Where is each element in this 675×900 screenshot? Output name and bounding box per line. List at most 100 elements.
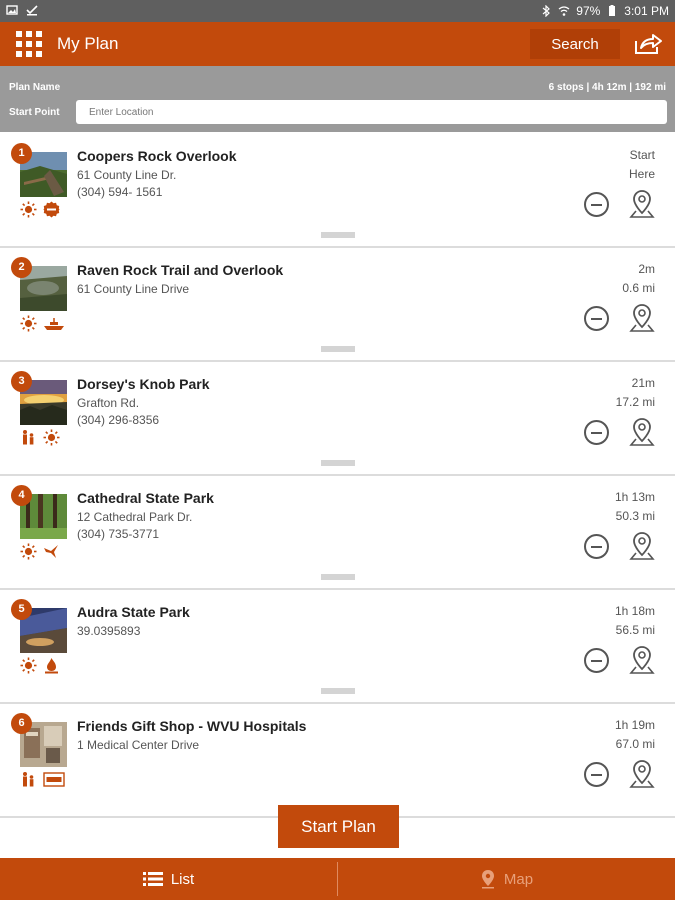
stop-distance: 50.3 mi — [615, 509, 655, 523]
clock: 3:01 PM — [624, 4, 669, 18]
list-icon — [142, 872, 163, 886]
share-icon[interactable] — [633, 32, 663, 56]
start-plan-button[interactable]: Start Plan — [278, 805, 399, 848]
category-icons — [20, 771, 65, 788]
remove-stop-button[interactable] — [584, 762, 609, 787]
stop-phone[interactable]: (304) 735-3771 — [77, 527, 159, 541]
remove-stop-button[interactable] — [584, 306, 609, 331]
boat-icon — [44, 318, 64, 330]
free-badge-icon — [43, 201, 60, 218]
sun-icon — [20, 201, 37, 218]
gallery-icon — [6, 5, 18, 15]
stop-name[interactable]: Dorsey's Knob Park — [77, 376, 210, 392]
stop-item[interactable]: 3 Dorsey's Knob Park Grafton Rd. (304) 2… — [0, 362, 675, 476]
tab-map-label: Map — [503, 870, 534, 888]
stop-number-badge: 3 — [11, 371, 32, 392]
map-pin-icon — [481, 870, 494, 889]
plan-name-label: Plan Name — [9, 82, 61, 93]
family-icon — [23, 430, 34, 445]
stop-time: 2m — [638, 262, 655, 276]
drag-handle[interactable] — [321, 346, 355, 352]
sun-icon — [20, 543, 37, 560]
drag-handle[interactable] — [321, 688, 355, 694]
drag-handle[interactable] — [321, 460, 355, 466]
stop-phone[interactable]: (304) 594- 1561 — [77, 185, 162, 199]
stop-address: 61 County Line Dr. — [77, 168, 177, 182]
stop-name[interactable]: Raven Rock Trail and Overlook — [77, 262, 283, 278]
stop-distance: 17.2 mi — [615, 395, 655, 409]
drag-handle[interactable] — [321, 232, 355, 238]
stop-address: 12 Cathedral Park Dr. — [77, 510, 193, 524]
location-pin-icon[interactable] — [629, 645, 655, 675]
stop-item[interactable]: 6 Friends Gift Shop - WVU Hospitals 1 Me… — [0, 704, 675, 818]
stop-address: Grafton Rd. — [77, 396, 140, 410]
stop-address: 39.0395893 — [77, 624, 141, 638]
location-pin-icon[interactable] — [629, 303, 655, 333]
remove-stop-button[interactable] — [584, 534, 609, 559]
tab-map[interactable]: Map — [338, 858, 675, 900]
start-point-input[interactable] — [76, 100, 667, 124]
stop-number-badge: 6 — [11, 713, 32, 734]
stop-item[interactable]: 1 Coopers Rock Overlook 61 County Line D… — [0, 134, 675, 248]
stop-item[interactable]: 4 Cathedral State Park 12 Cathedral Park… — [0, 476, 675, 590]
stop-address: 61 County Line Drive — [77, 282, 190, 296]
plan-header: Plan Name 6 stops | 4h 12m | 192 mi Star… — [0, 66, 675, 132]
stop-phone[interactable]: (304) 296-8356 — [77, 413, 159, 427]
stop-distance: 56.5 mi — [615, 623, 655, 637]
stop-number-badge: 5 — [11, 599, 32, 620]
stop-number-badge: 4 — [11, 485, 32, 506]
stop-distance: 0.6 mi — [622, 281, 655, 295]
deal-tag-icon — [43, 772, 65, 787]
remove-stop-button[interactable] — [584, 192, 609, 217]
stops-list: 1 Coopers Rock Overlook 61 County Line D… — [0, 134, 675, 818]
download-check-icon — [26, 5, 38, 16]
bird-icon — [44, 545, 58, 558]
stop-name[interactable]: Cathedral State Park — [77, 490, 214, 506]
stop-item[interactable]: 2 Raven Rock Trail and Overlook 61 Count… — [0, 248, 675, 362]
wifi-icon — [558, 6, 570, 16]
stop-item[interactable]: 5 Audra State Park 39.0395893 1h 18m 56.… — [0, 590, 675, 704]
category-icons — [20, 201, 60, 218]
category-icons — [20, 543, 60, 560]
remove-stop-button[interactable] — [584, 420, 609, 445]
stop-time: 1h 19m — [614, 718, 655, 732]
stop-time: Start — [629, 148, 655, 162]
location-pin-icon[interactable] — [629, 531, 655, 561]
tab-list[interactable]: List — [0, 858, 337, 900]
stop-distance: Here — [628, 167, 655, 181]
location-pin-icon[interactable] — [629, 759, 655, 789]
bottom-tab-bar: List Map — [0, 858, 675, 900]
battery-icon — [609, 5, 616, 16]
family-icon — [23, 772, 34, 787]
stop-name[interactable]: Friends Gift Shop - WVU Hospitals — [77, 718, 306, 734]
plan-summary: 6 stops | 4h 12m | 192 mi — [548, 82, 666, 93]
location-pin-icon[interactable] — [629, 417, 655, 447]
app-bar: My Plan Search — [0, 22, 675, 66]
stop-number-badge: 2 — [11, 257, 32, 278]
stop-distance: 67.0 mi — [615, 737, 655, 751]
stop-address: 1 Medical Center Drive — [77, 738, 200, 752]
page-title: My Plan — [57, 34, 119, 53]
tab-list-label: List — [170, 870, 195, 888]
menu-grid-icon[interactable] — [16, 31, 42, 57]
stop-name[interactable]: Coopers Rock Overlook — [77, 148, 237, 164]
remove-stop-button[interactable] — [584, 648, 609, 673]
battery-level: 97% — [576, 4, 601, 18]
stop-time: 1h 13m — [614, 490, 655, 504]
bluetooth-icon — [542, 5, 551, 17]
drag-handle[interactable] — [321, 574, 355, 580]
search-button[interactable]: Search — [530, 29, 620, 59]
sun-icon — [20, 657, 37, 674]
stop-name[interactable]: Audra State Park — [77, 604, 190, 620]
sun-icon — [43, 429, 60, 446]
status-bar: 97% 3:01 PM — [0, 0, 675, 22]
category-icons — [20, 429, 60, 446]
category-icons — [20, 315, 65, 332]
campfire-icon — [45, 658, 58, 674]
sun-icon — [20, 315, 37, 332]
stop-number-badge: 1 — [11, 143, 32, 164]
category-icons — [20, 657, 60, 674]
location-pin-icon[interactable] — [629, 189, 655, 219]
stop-time: 1h 18m — [614, 604, 655, 618]
stop-time: 21m — [631, 376, 655, 390]
